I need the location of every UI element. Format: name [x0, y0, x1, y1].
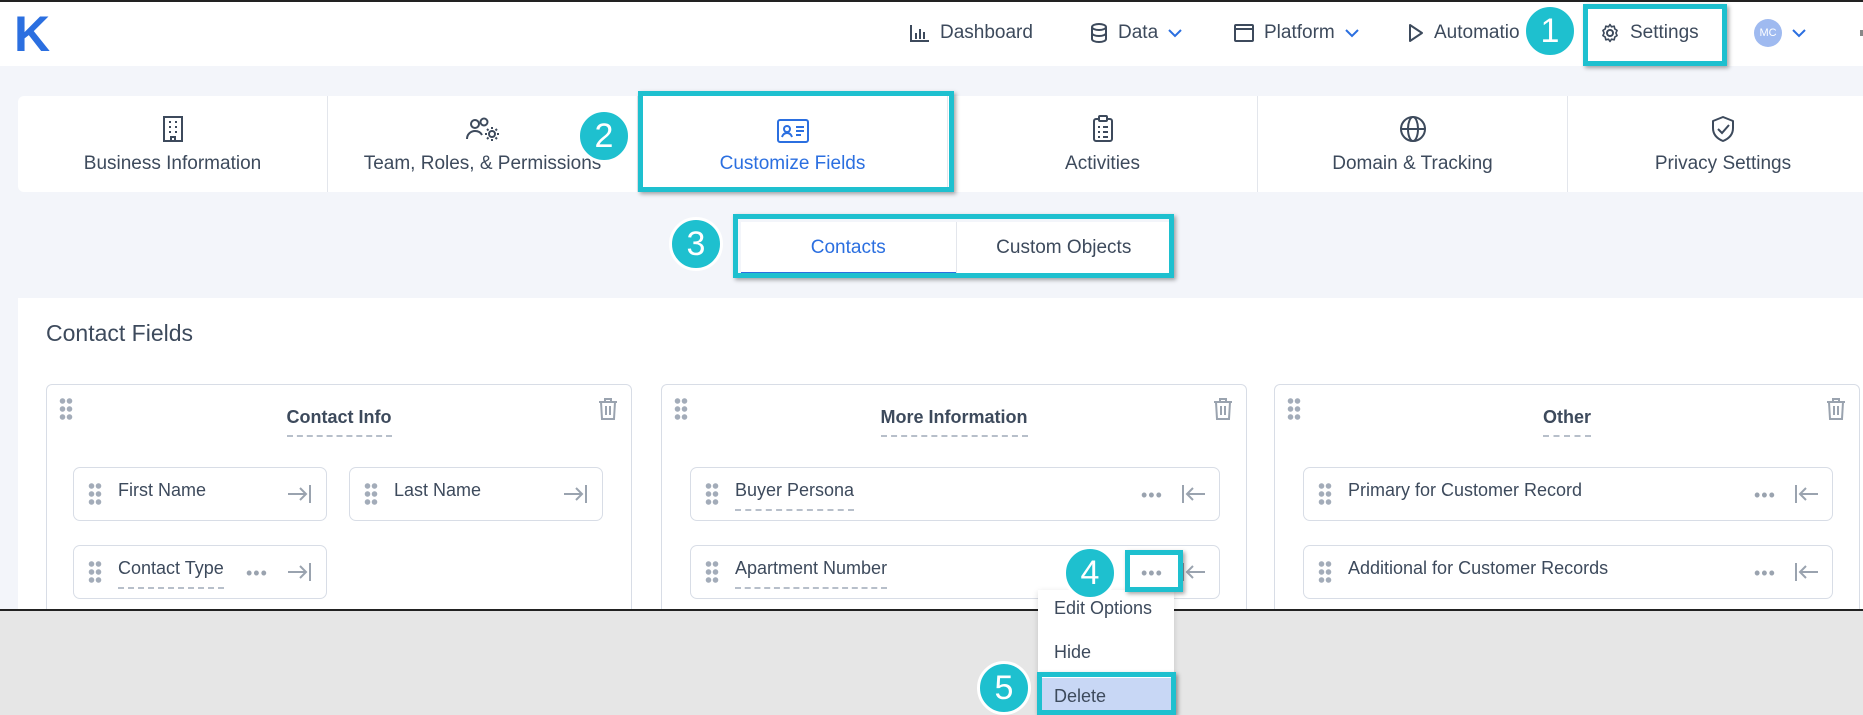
nav-platform-label: Platform	[1264, 22, 1335, 43]
shield-check-icon	[1710, 113, 1736, 143]
move-left-arrow-icon[interactable]	[1181, 483, 1207, 510]
field-contact-type[interactable]: Contact Type •••	[73, 545, 327, 599]
field-group-other: Other Primary for Customer Record ••• Ad…	[1274, 384, 1860, 609]
field-group-contact-info: Contact Info First Name Last Name Contac…	[46, 384, 632, 609]
chevron-down-icon	[1792, 28, 1806, 38]
trash-icon[interactable]	[597, 397, 619, 426]
tab-label: Privacy Settings	[1654, 153, 1792, 174]
tab-privacy-settings[interactable]: Privacy Settings	[1568, 96, 1863, 192]
field-label: First Name	[118, 480, 207, 500]
move-right-arrow-icon[interactable]	[286, 561, 312, 588]
user-menu[interactable]: MC	[1754, 2, 1806, 64]
more-options-icon[interactable]: •••	[246, 564, 268, 582]
drag-handle-icon[interactable]	[88, 560, 102, 584]
more-options-icon[interactable]: •••	[1754, 486, 1776, 504]
move-left-arrow-icon[interactable]	[1181, 561, 1207, 588]
drag-handle-icon[interactable]	[1318, 482, 1332, 506]
group-title[interactable]: More Information	[662, 407, 1246, 437]
field-first-name[interactable]: First Name	[73, 467, 327, 521]
trash-icon[interactable]	[1825, 397, 1847, 426]
field-label: Last Name	[394, 480, 482, 500]
more-options-icon[interactable]: •••	[1141, 486, 1163, 504]
tab-label: Team, Roles, & Permissions	[363, 153, 602, 174]
highlight-customize-fields	[638, 91, 954, 192]
step-badge-5: 5	[977, 661, 1031, 715]
menu-item-edit-options[interactable]: Edit Options	[1038, 590, 1174, 626]
group-title[interactable]: Contact Info	[47, 407, 631, 437]
nav-automations-label: Automatio	[1434, 22, 1520, 43]
step-badge-1: 1	[1523, 4, 1577, 58]
app-logo[interactable]: K	[14, 6, 50, 62]
drag-handle-icon[interactable]	[1318, 560, 1332, 584]
tab-business-information[interactable]: Business Information	[18, 96, 328, 192]
drag-handle-icon[interactable]	[705, 482, 719, 506]
nav-platform[interactable]: Platform	[1234, 2, 1359, 64]
field-primary-customer-record[interactable]: Primary for Customer Record •••	[1303, 467, 1833, 521]
move-left-arrow-icon[interactable]	[1794, 561, 1820, 588]
nav-dashboard[interactable]: Dashboard	[910, 2, 1033, 64]
highlight-more-options	[1125, 550, 1183, 592]
tab-label: Domain & Tracking	[1332, 153, 1493, 174]
more-options-icon[interactable]: •••	[1754, 564, 1776, 582]
field-last-name[interactable]: Last Name	[349, 467, 603, 521]
nav-data[interactable]: Data	[1090, 2, 1182, 64]
database-icon	[1090, 23, 1108, 43]
menu-item-hide[interactable]: Hide	[1038, 634, 1174, 670]
move-right-arrow-icon[interactable]	[562, 483, 588, 510]
tab-domain-tracking[interactable]: Domain & Tracking	[1258, 96, 1568, 192]
field-label: Apartment Number	[735, 558, 888, 589]
nav-automations[interactable]: Automatio	[1408, 2, 1520, 64]
chevron-down-icon	[1345, 28, 1359, 38]
chevron-down-icon	[1168, 28, 1182, 38]
drag-handle-icon[interactable]	[705, 560, 719, 584]
highlight-delete	[1037, 672, 1176, 715]
field-label: Additional for Customer Records	[1348, 558, 1609, 578]
step-badge-3: 3	[669, 217, 723, 271]
group-title[interactable]: Other	[1275, 407, 1859, 437]
window-icon	[1234, 24, 1254, 42]
highlight-settings	[1583, 4, 1727, 66]
nav-dashboard-label: Dashboard	[940, 22, 1033, 43]
move-right-arrow-icon[interactable]	[286, 483, 312, 510]
bar-chart-icon	[910, 24, 930, 42]
globe-icon	[1399, 113, 1427, 143]
step-badge-4: 4	[1063, 546, 1117, 600]
drag-handle-icon[interactable]	[364, 482, 378, 506]
clipboard-icon	[1092, 113, 1114, 143]
play-icon	[1408, 23, 1424, 43]
building-icon	[161, 113, 185, 143]
field-label: Primary for Customer Record	[1348, 480, 1583, 500]
team-gear-icon	[465, 113, 501, 143]
avatar: MC	[1754, 19, 1782, 47]
contact-fields-panel: Contact Fields Contact Info First Name L…	[18, 298, 1863, 609]
field-label: Contact Type	[118, 558, 224, 589]
nav-data-label: Data	[1118, 22, 1159, 43]
trash-icon[interactable]	[1212, 397, 1234, 426]
highlight-subtabs	[733, 214, 1174, 278]
field-buyer-persona[interactable]: Buyer Persona •••	[690, 467, 1220, 521]
tab-activities[interactable]: Activities	[948, 96, 1258, 192]
tab-label: Business Information	[83, 153, 262, 174]
panel-title: Contact Fields	[46, 320, 194, 346]
move-left-arrow-icon[interactable]	[1794, 483, 1820, 510]
field-additional-customer-records[interactable]: Additional for Customer Records •••	[1303, 545, 1833, 599]
tab-label: Activities	[1065, 153, 1140, 174]
step-badge-2: 2	[577, 109, 631, 163]
field-label: Buyer Persona	[735, 480, 855, 511]
drag-handle-icon[interactable]	[88, 482, 102, 506]
